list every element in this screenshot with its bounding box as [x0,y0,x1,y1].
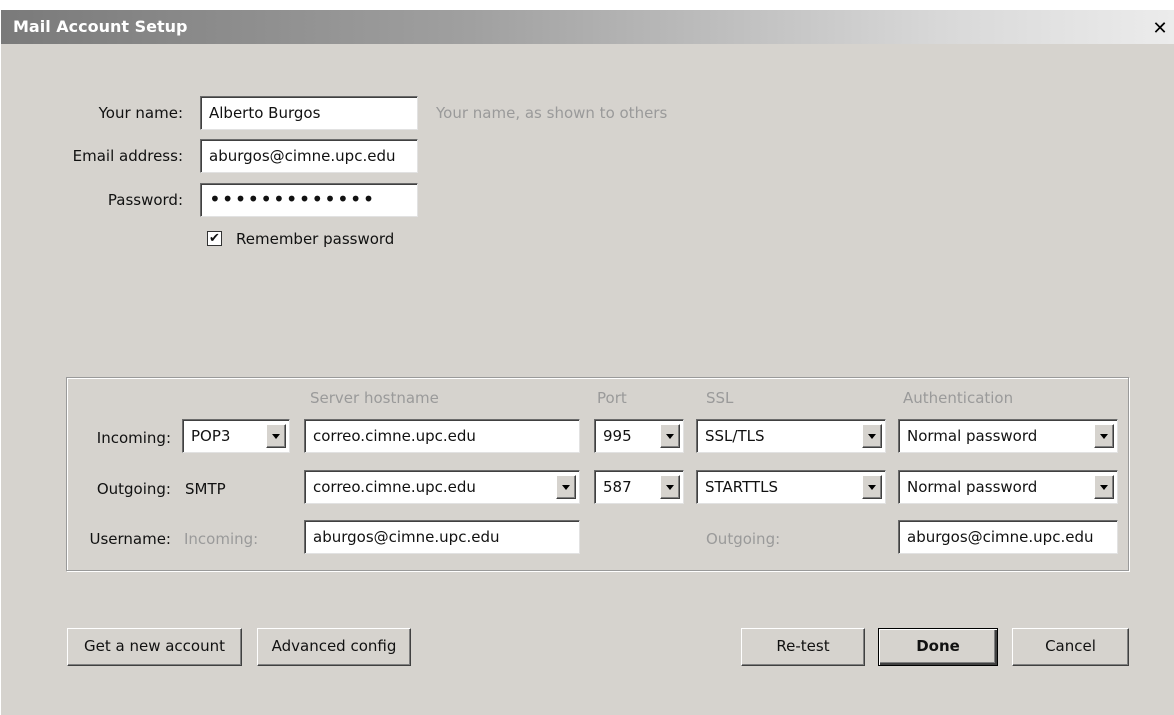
outgoing-auth-select[interactable]: Normal password [898,470,1118,504]
chevron-down-icon[interactable] [660,475,680,499]
advanced-config-button[interactable]: Advanced config [257,628,411,666]
incoming-auth-select[interactable]: Normal password [898,419,1118,453]
incoming-auth-value: Normal password [907,427,1038,445]
mail-account-setup-dialog: Mail Account Setup ✕ Your name: Alberto … [0,0,1174,715]
incoming-protocol-select[interactable]: POP3 [182,419,290,453]
chevron-down-icon[interactable] [862,475,882,499]
outgoing-protocol: SMTP [185,480,226,498]
chevron-down-icon[interactable] [862,424,882,448]
server-hostname-header: Server hostname [310,389,439,407]
outgoing-ssl-value: STARTTLS [705,478,779,496]
outgoing-hostname-value: correo.cimne.upc.edu [313,478,476,496]
password-input[interactable]: ••••••••••••• [200,183,418,217]
retest-button[interactable]: Re-test [741,628,865,666]
incoming-port-select[interactable]: 995 [594,419,684,453]
done-button[interactable]: Done [878,628,998,666]
window-title: Mail Account Setup [13,17,188,36]
username-incoming-label: Incoming: [184,530,259,548]
get-new-account-button[interactable]: Get a new account [67,628,242,666]
outgoing-username-input[interactable]: aburgos@cimne.upc.edu [898,520,1118,554]
remember-password-label: Remember password [236,230,395,248]
your-name-label: Your name: [98,104,183,122]
title-bar: Mail Account Setup ✕ [1,10,1174,44]
cancel-button[interactable]: Cancel [1012,628,1129,666]
port-header: Port [597,389,627,407]
incoming-username-input[interactable]: aburgos@cimne.upc.edu [304,520,580,554]
email-address-input[interactable]: aburgos@cimne.upc.edu [200,139,418,173]
ssl-header: SSL [706,389,734,407]
outgoing-hostname-select[interactable]: correo.cimne.upc.edu [304,470,580,504]
outgoing-ssl-select[interactable]: STARTTLS [696,470,886,504]
chevron-down-icon[interactable] [1094,424,1114,448]
chevron-down-icon[interactable] [660,424,680,448]
outgoing-port-select[interactable]: 587 [594,470,684,504]
chevron-down-icon[interactable] [556,475,576,499]
incoming-port-value: 995 [603,427,632,445]
outgoing-port-value: 587 [603,478,632,496]
authentication-header: Authentication [903,389,1014,407]
incoming-label: Incoming: [96,429,171,447]
close-icon[interactable]: ✕ [1149,20,1171,40]
outgoing-label: Outgoing: [96,480,171,498]
incoming-protocol-value: POP3 [191,427,231,445]
incoming-ssl-value: SSL/TLS [705,427,765,445]
email-address-label: Email address: [72,147,183,165]
incoming-hostname-input[interactable]: correo.cimne.upc.edu [304,419,580,453]
remember-password-checkbox[interactable]: ✔ [207,231,222,246]
chevron-down-icon[interactable] [266,424,286,448]
chevron-down-icon[interactable] [1094,475,1114,499]
your-name-hint: Your name, as shown to others [436,104,668,122]
username-outgoing-label: Outgoing: [706,530,781,548]
username-label: Username: [89,530,171,548]
password-label: Password: [107,191,183,209]
screen-top-edge [1,0,1174,10]
incoming-ssl-select[interactable]: SSL/TLS [696,419,886,453]
your-name-input[interactable]: Alberto Burgos [200,96,418,130]
outgoing-auth-value: Normal password [907,478,1038,496]
